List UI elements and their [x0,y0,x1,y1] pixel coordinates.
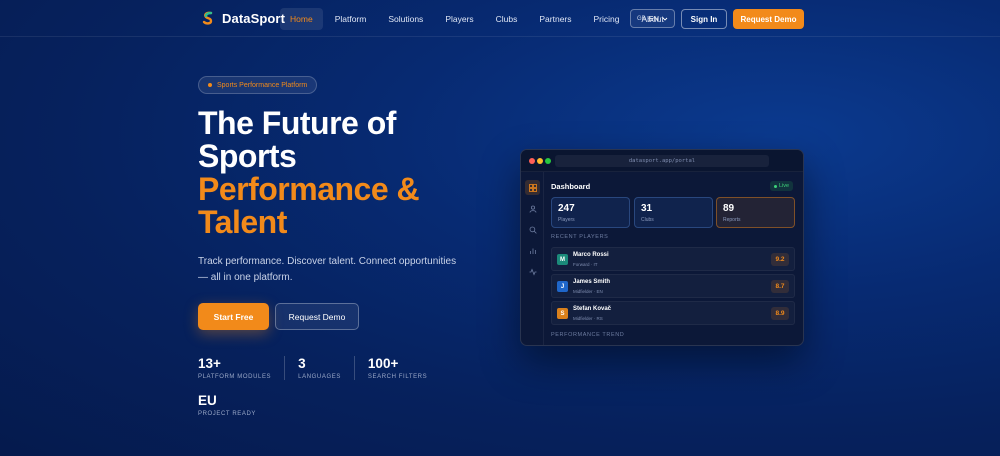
kpi-card-players: 247 Players [551,197,630,228]
nav-link-platform[interactable]: Platform [325,8,377,30]
player-row: J James Smith Midfielder · EN 8.7 [551,274,795,298]
dashboard-title: Dashboard [551,182,591,191]
stat-platform-modules: 13+ PLATFORM MODULES [198,356,286,380]
nav-links: Home Platform Solutions Players Clubs Pa… [280,8,674,30]
brand-name: DataSport [222,10,286,26]
nav-link-solutions[interactable]: Solutions [378,8,433,30]
activity-icon [525,264,540,279]
live-dot-icon [774,184,777,188]
headline-line-1: The Future of [198,105,396,141]
stat-value: 13+ [198,356,221,371]
recent-players-label: RECENT PLAYERS [551,234,609,240]
stat-project-ready: EU PROJECT READY [198,393,256,417]
kpi-value: 247 [558,203,575,214]
hero-subtitle: Track performance. Discover talent. Conn… [198,256,457,283]
request-demo-button[interactable]: Request Demo [275,303,359,330]
player-score: 8.9 [771,307,789,320]
stat-value: EU [198,393,217,408]
player-avatar: S [557,308,568,319]
nav-request-demo-button[interactable]: Request Demo [733,9,804,29]
language-selector[interactable]: GB EN [630,9,675,28]
dashboard-preview-window: datasport.app/portal Dashboard Live 247 … [520,149,804,346]
player-meta: Midfielder · EN [573,289,603,294]
headline-line-2: Sports [198,138,297,174]
kpi-card-clubs: 31 Clubs [634,197,713,228]
datasport-logo-icon [202,11,213,25]
chevron-down-icon [662,17,668,21]
player-row: M Marco Rossi Forward · IT 9.2 [551,247,795,271]
nav-link-partners[interactable]: Partners [529,8,581,30]
hero-headline: The Future of Sports Performance & Talen… [198,105,420,240]
window-close-dot [529,158,535,164]
start-free-button[interactable]: Start Free [198,303,269,330]
kpi-value: 31 [641,203,653,214]
sign-in-button[interactable]: Sign In [681,9,727,29]
headline-line-4: Talent [198,204,287,240]
bar-chart-icon [525,243,540,258]
player-avatar: M [557,254,568,265]
performance-trend-label: PERFORMANCE TREND [551,332,625,338]
kpi-label: Clubs [641,217,654,223]
search-icon [525,222,540,237]
live-label: Live [779,183,790,189]
language-flag: GB [636,15,646,22]
player-score: 8.7 [771,280,789,293]
nav-link-clubs[interactable]: Clubs [486,8,528,30]
stat-search-filters: 100+ SEARCH FILTERS [368,356,440,380]
kpi-label: Players [558,217,575,223]
window-maximize-dot [545,158,551,164]
preview-sidebar [521,172,544,345]
stat-value: 3 [298,356,306,371]
hero-badge-label: Sports Performance Platform [217,81,308,89]
nav-link-home[interactable]: Home [280,8,323,30]
live-badge: Live [770,181,794,191]
stat-languages: 3 LANGUAGES [298,356,355,380]
nav-link-pricing[interactable]: Pricing [584,8,630,30]
player-score: 9.2 [771,253,789,266]
user-icon [525,201,540,216]
language-code: EN [648,14,660,23]
player-name: Marco Rossi [573,252,609,258]
player-name: Stefan Kovač [573,306,612,312]
window-titlebar: datasport.app/portal [521,150,803,172]
stat-label: PROJECT READY [198,411,257,417]
headline-line-3: Performance & [198,171,420,207]
window-minimize-dot [537,158,543,164]
kpi-label: Reports [723,217,741,223]
address-bar: datasport.app/portal [555,155,769,167]
kpi-card-reports: 89 Reports [716,197,795,228]
top-navbar: DataSport Home Platform Solutions Player… [0,0,1000,37]
badge-dot-icon [208,83,212,87]
player-meta: Forward · IT [573,262,598,267]
player-meta: Midfielder · RS [573,316,603,321]
brand-logo[interactable]: DataSport [200,10,285,26]
player-row: S Stefan Kovač Midfielder · RS 8.9 [551,301,795,325]
kpi-value: 89 [723,203,735,214]
stat-label: LANGUAGES [298,374,341,380]
grid-icon [525,180,540,195]
player-avatar: J [557,281,568,292]
nav-link-players[interactable]: Players [435,8,483,30]
hero-stats: 13+ PLATFORM MODULES 3 LANGUAGES 100+ SE… [198,356,453,380]
player-name: James Smith [573,279,611,285]
stat-value: 100+ [367,356,399,371]
hero-badge: Sports Performance Platform [198,76,318,94]
stat-label: PLATFORM MODULES [198,374,272,380]
stat-label: SEARCH FILTERS [367,374,428,380]
